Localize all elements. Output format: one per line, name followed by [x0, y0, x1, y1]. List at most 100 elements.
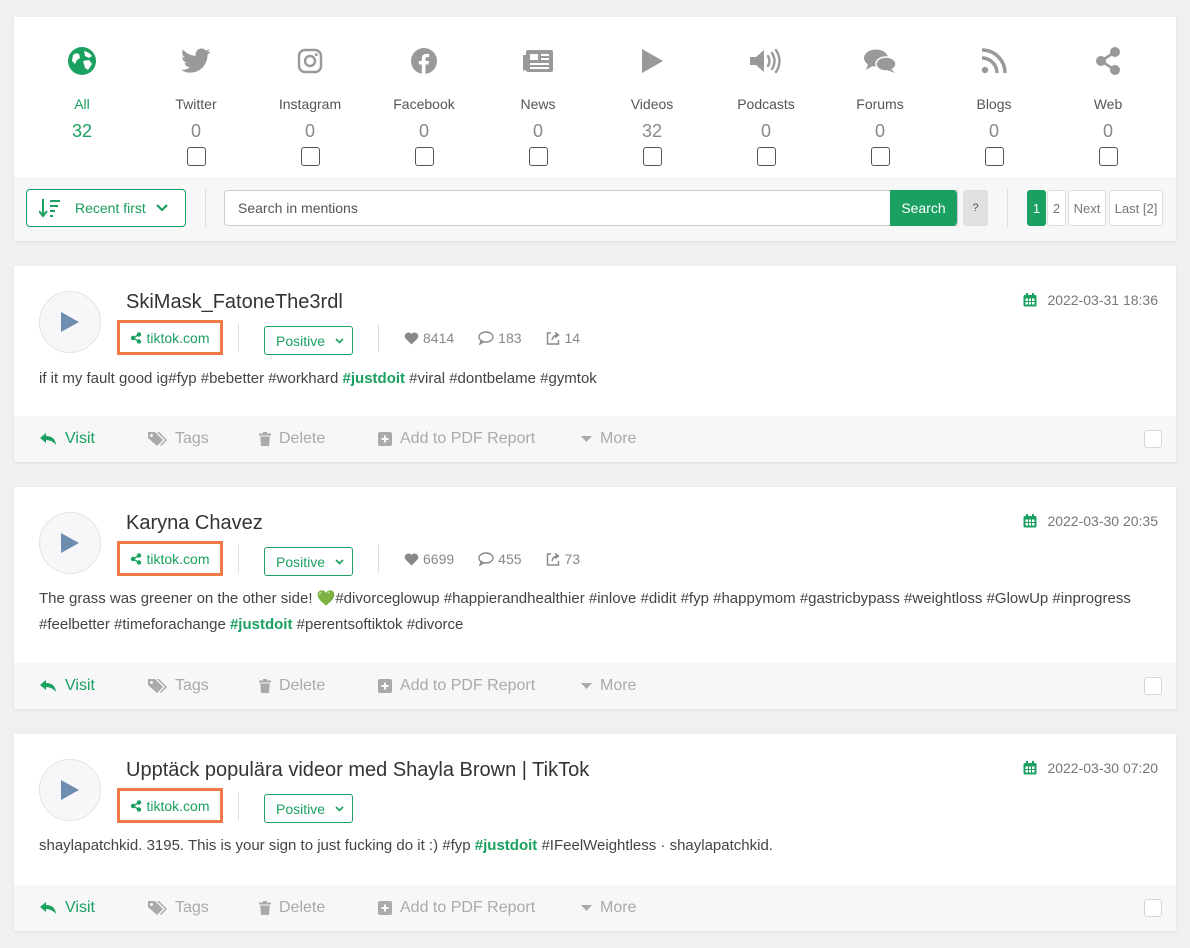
caret-down-icon [581, 683, 592, 689]
instagram-icon [297, 48, 323, 74]
channel-podcasts[interactable]: Podcasts 0 [709, 43, 823, 166]
channel-checkbox-forums[interactable] [870, 147, 890, 166]
chevron-down-icon [335, 337, 344, 344]
channel-list: All 32 Twitter 0 Instagram 0 Facebook 0 … [14, 17, 1176, 177]
mention-source-link[interactable]: tiktok.com [117, 320, 223, 355]
add-to-pdf-button[interactable]: Add to PDF Report [378, 885, 535, 931]
mention-date: 2022-03-30 07:20 [1023, 760, 1158, 776]
channel-checkbox-instagram[interactable] [300, 147, 320, 166]
tags-button[interactable]: Tags [147, 416, 209, 462]
channel-facebook[interactable]: Facebook 0 [367, 43, 481, 166]
mention-title[interactable]: SkiMask_FatoneThe3rdl [126, 290, 343, 314]
divider [238, 324, 239, 352]
shares-count: 14 [564, 330, 581, 346]
mention-date-text: 2022-03-30 07:20 [1047, 760, 1158, 776]
page-button-1[interactable]: 1 [1027, 190, 1046, 226]
mention-title[interactable]: Upptäck populära videor med Shayla Brown… [126, 758, 589, 782]
mention-actions: Visit Tags Delete Add to PDF Report More [14, 416, 1176, 462]
video-thumbnail[interactable] [39, 759, 101, 821]
sentiment-dropdown[interactable]: Positive [264, 794, 353, 823]
channel-news[interactable]: News 0 [481, 43, 595, 166]
channel-twitter[interactable]: Twitter 0 [139, 43, 253, 166]
plus-square-icon [378, 679, 392, 693]
mention-source: tiktok.com [146, 797, 210, 814]
channel-checkbox-facebook[interactable] [414, 147, 434, 166]
mentions-toolbar: Recent first Search ? 1 2 Next Last [2] [14, 177, 1176, 241]
channel-checkbox-news[interactable] [528, 147, 548, 166]
delete-button[interactable]: Delete [259, 663, 325, 709]
mention-text: if it my fault good ig#fyp #bebetter #wo… [39, 370, 597, 387]
sentiment-label: Positive [276, 553, 326, 570]
next-page-button[interactable]: Next [1068, 190, 1106, 226]
tags-button[interactable]: Tags [147, 885, 209, 931]
toolbar-divider [205, 189, 206, 227]
visit-button[interactable]: Visit [39, 416, 95, 462]
channel-forums[interactable]: Forums 0 [823, 43, 937, 166]
trash-icon [259, 901, 271, 915]
mention-checkbox[interactable] [1144, 899, 1162, 917]
share-arrow-icon [546, 331, 560, 345]
highlighted-keyword: #justdoit [229, 616, 293, 633]
video-thumbnail[interactable] [39, 512, 101, 574]
channel-videos[interactable]: Videos 32 [595, 43, 709, 166]
visit-button[interactable]: Visit [39, 885, 95, 931]
sort-dropdown[interactable]: Recent first [26, 189, 186, 227]
search-help-button[interactable]: ? [963, 190, 988, 226]
likes-count: 6699 [423, 551, 455, 567]
channel-filter-panel: All 32 Twitter 0 Instagram 0 Facebook 0 … [14, 17, 1176, 241]
channel-web[interactable]: Web 0 [1051, 43, 1165, 166]
search-button[interactable]: Search [890, 190, 957, 226]
mention-checkbox[interactable] [1144, 430, 1162, 448]
mention-card: Upptäck populära videor med Shayla Brown… [14, 734, 1176, 931]
twitter-icon [181, 48, 211, 73]
add-to-pdf-button[interactable]: Add to PDF Report [378, 416, 535, 462]
sentiment-dropdown[interactable]: Positive [264, 547, 353, 576]
share-icon [1096, 47, 1120, 75]
page-button-2[interactable]: 2 [1047, 190, 1066, 226]
mention-title[interactable]: Karyna Chavez [126, 511, 263, 535]
more-button[interactable]: More [581, 885, 636, 931]
delete-button[interactable]: Delete [259, 416, 325, 462]
more-button[interactable]: More [581, 663, 636, 709]
channel-checkbox-blogs[interactable] [984, 147, 1004, 166]
channel-all[interactable]: All 32 [25, 43, 139, 141]
mention-checkbox[interactable] [1144, 677, 1162, 695]
channel-label: News [520, 96, 556, 112]
search-input[interactable] [224, 190, 958, 226]
mention-source-link[interactable]: tiktok.com [117, 788, 223, 823]
delete-button[interactable]: Delete [259, 885, 325, 931]
add-to-pdf-button[interactable]: Add to PDF Report [378, 663, 535, 709]
divider [378, 545, 379, 573]
reply-arrow-icon [40, 433, 56, 445]
heart-icon [404, 332, 419, 344]
toolbar-divider [1007, 189, 1008, 227]
tags-button[interactable]: Tags [147, 663, 209, 709]
trash-icon [259, 432, 271, 446]
sentiment-dropdown[interactable]: Positive [264, 326, 353, 355]
mention-source-link[interactable]: tiktok.com [117, 541, 223, 576]
channel-checkbox-videos[interactable] [642, 147, 662, 166]
mention-date: 2022-03-30 20:35 [1023, 513, 1158, 529]
sentiment-label: Positive [276, 800, 326, 817]
channel-label: All [74, 96, 90, 112]
channel-checkbox-twitter[interactable] [186, 147, 206, 166]
last-page-button[interactable]: Last [2] [1109, 190, 1163, 226]
channel-count: 0 [418, 121, 429, 141]
channel-instagram[interactable]: Instagram 0 [253, 43, 367, 166]
chevron-down-icon [156, 204, 168, 212]
more-button[interactable]: More [581, 416, 636, 462]
globe-icon [68, 47, 96, 75]
share-icon [131, 799, 142, 812]
chevron-down-icon [335, 558, 344, 565]
video-thumbnail[interactable] [39, 291, 101, 353]
channel-count: 0 [988, 121, 999, 141]
mention-date-text: 2022-03-30 20:35 [1047, 513, 1158, 529]
mention-text: The grass was greener on the other side!… [39, 590, 1131, 633]
channel-label: Forums [856, 96, 904, 112]
visit-button[interactable]: Visit [39, 663, 95, 709]
channel-checkbox-web[interactable] [1098, 147, 1118, 166]
channel-checkbox-podcasts[interactable] [756, 147, 776, 166]
channel-blogs[interactable]: Blogs 0 [937, 43, 1051, 166]
share-arrow-icon [546, 552, 560, 566]
mention-card: SkiMask_FatoneThe3rdl 2022-03-31 18:36 t… [14, 266, 1176, 462]
